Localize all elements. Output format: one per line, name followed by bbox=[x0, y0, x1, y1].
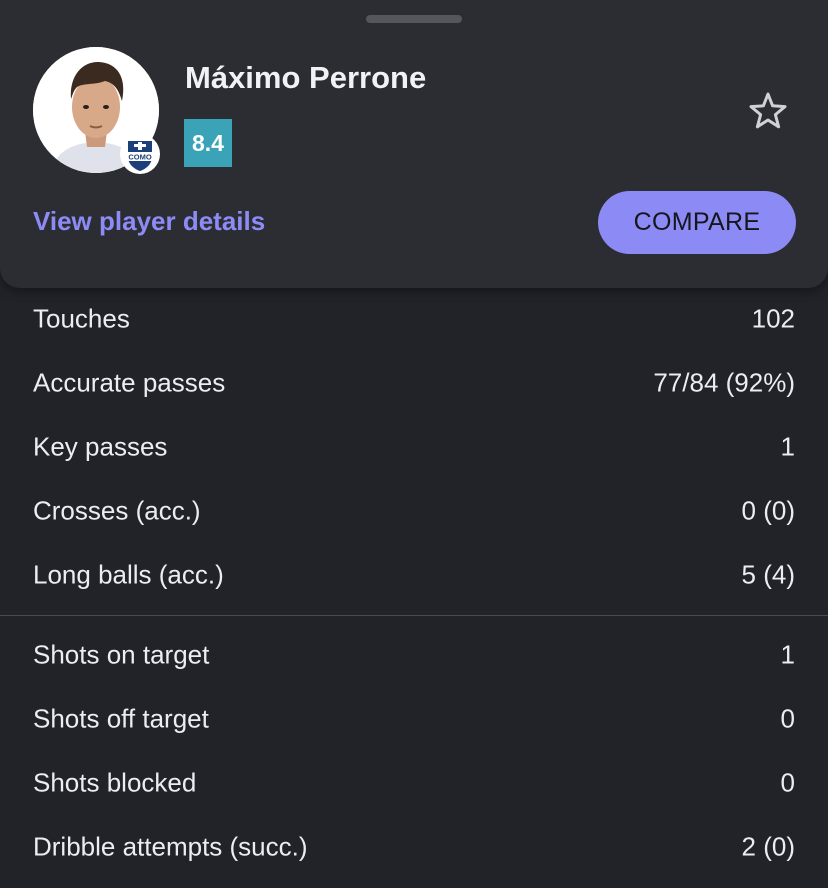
stat-value: 1 bbox=[780, 431, 795, 462]
stat-value: 2 (0) bbox=[741, 831, 795, 862]
stat-label: Shots blocked bbox=[33, 767, 197, 798]
player-stats-sheet: COMO Máximo Perrone 8.4 View player deta… bbox=[0, 0, 828, 888]
view-player-details-link[interactable]: View player details bbox=[33, 206, 265, 237]
club-crest-icon: COMO bbox=[119, 133, 161, 175]
section-divider bbox=[0, 607, 828, 623]
stat-label: Shots on target bbox=[33, 639, 210, 670]
stat-row-crosses: Crosses (acc.) 0 (0) bbox=[0, 479, 828, 543]
stat-label: Touches bbox=[33, 303, 130, 334]
stats-list: Touches 102 Accurate passes 77/84 (92%) … bbox=[0, 287, 828, 879]
sheet-drag-handle[interactable] bbox=[366, 15, 462, 23]
stat-label: Dribble attempts (succ.) bbox=[33, 831, 308, 862]
stat-value: 77/84 (92%) bbox=[653, 367, 795, 398]
compare-button[interactable]: COMPARE bbox=[598, 191, 796, 254]
stat-row-long-balls: Long balls (acc.) 5 (4) bbox=[0, 543, 828, 607]
stat-label: Key passes bbox=[33, 431, 168, 462]
favorite-star-icon[interactable] bbox=[744, 89, 792, 133]
stat-label: Crosses (acc.) bbox=[33, 495, 201, 526]
stat-row-dribble-attempts: Dribble attempts (succ.) 2 (0) bbox=[0, 815, 828, 879]
player-name: Máximo Perrone bbox=[185, 60, 427, 95]
stat-row-shots-on-target: Shots on target 1 bbox=[0, 623, 828, 687]
club-badge-text: COMO bbox=[128, 153, 151, 162]
stat-row-touches: Touches 102 bbox=[0, 287, 828, 351]
stat-row-shots-off-target: Shots off target 0 bbox=[0, 687, 828, 751]
stat-row-accurate-passes: Accurate passes 77/84 (92%) bbox=[0, 351, 828, 415]
stat-label: Accurate passes bbox=[33, 367, 226, 398]
stat-value: 5 (4) bbox=[741, 559, 795, 590]
stat-label: Shots off target bbox=[33, 703, 209, 734]
stat-value: 0 (0) bbox=[741, 495, 795, 526]
stat-value: 0 bbox=[780, 767, 795, 798]
stat-value: 102 bbox=[751, 303, 795, 334]
player-header-card: COMO Máximo Perrone 8.4 View player deta… bbox=[0, 0, 828, 288]
stat-row-shots-blocked: Shots blocked 0 bbox=[0, 751, 828, 815]
stat-value: 1 bbox=[780, 639, 795, 670]
stat-label: Long balls (acc.) bbox=[33, 559, 224, 590]
stat-value: 0 bbox=[780, 703, 795, 734]
stat-row-key-passes: Key passes 1 bbox=[0, 415, 828, 479]
rating-badge: 8.4 bbox=[184, 119, 232, 167]
